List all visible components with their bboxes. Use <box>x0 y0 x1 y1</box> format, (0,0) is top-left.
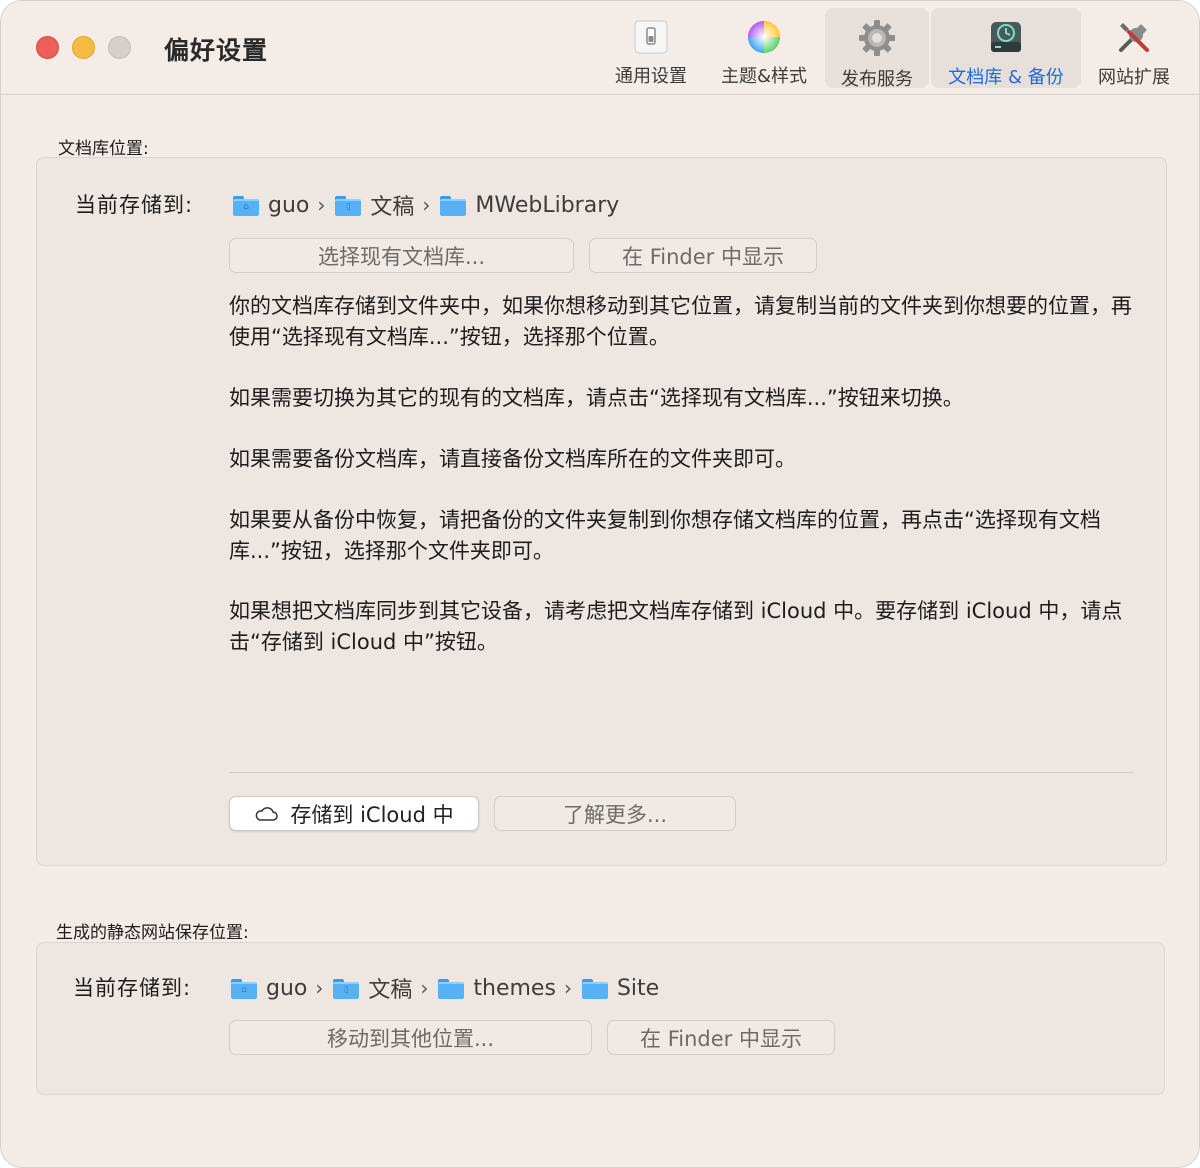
cloud-icon <box>254 806 279 822</box>
chevron-right-icon: › <box>422 193 431 217</box>
move-site-button[interactable]: 移动到其他位置... <box>229 1020 592 1055</box>
tab-library-backup[interactable]: 文档库 & 备份 <box>931 8 1081 88</box>
store-to-icloud-label: 存储到 iCloud 中 <box>290 802 454 827</box>
tab-general-label: 通用设置 <box>615 66 687 87</box>
chevron-right-icon: › <box>317 193 326 217</box>
library-help-paragraph: 如果需要备份文档库，请直接备份文档库所在的文件夹即可。 <box>229 447 796 471</box>
choose-library-button[interactable]: 选择现有文档库... <box>229 238 574 273</box>
site-current-label: 当前存储到: <box>73 976 192 1000</box>
site-section-label: 生成的静态网站保存位置: <box>56 923 249 943</box>
path-crumb-label: 文稿 <box>368 978 413 1003</box>
library-help-paragraph: 如果想把文档库同步到其它设备，请考虑把文档库存储到 iCloud 中。要存储到 … <box>229 599 1123 654</box>
path-crumb-themes[interactable]: themes <box>438 976 556 1001</box>
path-crumb-documents[interactable]: ▯ 文稿 <box>333 972 412 1004</box>
tab-site-extensions-label: 网站扩展 <box>1098 67 1170 88</box>
store-to-icloud-button[interactable]: 存储到 iCloud 中 <box>229 796 479 831</box>
site-group-box <box>36 942 1165 1095</box>
library-path: ⌂ guo › ▯ 文稿 › MWebLibrary <box>233 189 619 221</box>
path-crumb-home[interactable]: ⌂ guo <box>233 193 309 218</box>
color-wheel-icon <box>744 18 784 55</box>
path-crumb-mweblibrary[interactable]: MWebLibrary <box>440 193 619 218</box>
tab-themes-label: 主题&样式 <box>720 66 808 87</box>
library-help-paragraph: 如果需要切换为其它的现有的文档库，请点击“选择现有文档库...”按钮来切换。 <box>229 386 964 410</box>
home-folder-icon: ⌂ <box>233 196 259 216</box>
chevron-right-icon: › <box>315 976 324 1000</box>
library-current-label: 当前存储到: <box>75 193 194 217</box>
documents-folder-icon: ▯ <box>333 979 360 999</box>
library-help-paragraph: 如果要从备份中恢复，请把备份的文件夹复制到你想存储文档库的位置，再点击“选择现有… <box>229 508 1101 563</box>
tools-icon <box>1114 18 1154 56</box>
path-crumb-label: themes <box>473 975 556 1001</box>
tab-publish-label: 发布服务 <box>841 69 913 90</box>
home-folder-icon: ⌂ <box>231 979 257 999</box>
path-crumb-home[interactable]: ⌂ guo <box>231 976 307 1001</box>
path-crumb-label: guo <box>268 192 310 218</box>
chevron-right-icon: › <box>420 976 429 1000</box>
path-crumb-label: MWebLibrary <box>475 192 620 218</box>
tab-themes[interactable]: 主题&样式 <box>711 8 817 88</box>
preferences-window: 偏好设置 通用设置 主题&样式 发布服务 文档库 & 备份 网站扩展 文档库位置… <box>0 0 1200 1168</box>
library-help-paragraph: 你的文档库存储到文件夹中，如果你想移动到其它位置，请复制当前的文件夹到你想要的位… <box>229 294 1132 349</box>
toolbar: 偏好设置 通用设置 主题&样式 发布服务 文档库 & 备份 网站扩展 <box>1 1 1199 95</box>
folder-icon <box>440 196 467 216</box>
chevron-right-icon: › <box>563 976 572 1000</box>
divider <box>229 772 1134 773</box>
path-crumb-label: 文稿 <box>370 195 415 220</box>
learn-more-button[interactable]: 了解更多... <box>494 796 736 831</box>
path-crumb-label: Site <box>616 975 660 1001</box>
folder-icon <box>581 979 608 999</box>
close-window-button[interactable] <box>36 36 59 59</box>
path-crumb-label: guo <box>266 975 308 1001</box>
show-in-finder-button[interactable]: 在 Finder 中显示 <box>589 238 817 273</box>
documents-folder-icon: ▯ <box>335 196 362 216</box>
minimize-window-button[interactable] <box>72 36 95 59</box>
window-title: 偏好设置 <box>164 36 269 65</box>
path-crumb-site[interactable]: Site <box>581 975 660 1001</box>
zoom-window-button[interactable] <box>108 36 131 59</box>
path-crumb-documents[interactable]: ▯ 文稿 <box>335 189 414 221</box>
tab-site-extensions[interactable]: 网站扩展 <box>1085 8 1183 88</box>
tab-general[interactable]: 通用设置 <box>599 8 703 88</box>
gear-icon <box>857 18 897 58</box>
site-show-in-finder-button[interactable]: 在 Finder 中显示 <box>607 1020 835 1055</box>
library-section-label: 文档库位置: <box>58 139 149 159</box>
tab-library-backup-label: 文档库 & 备份 <box>948 67 1064 88</box>
time-machine-disk-icon <box>986 18 1026 56</box>
tab-publish[interactable]: 发布服务 <box>825 8 929 90</box>
folder-icon <box>438 979 465 999</box>
site-path: ⌂ guo › ▯ 文稿 › themes › Site <box>231 972 659 1004</box>
switch-icon <box>631 18 671 55</box>
